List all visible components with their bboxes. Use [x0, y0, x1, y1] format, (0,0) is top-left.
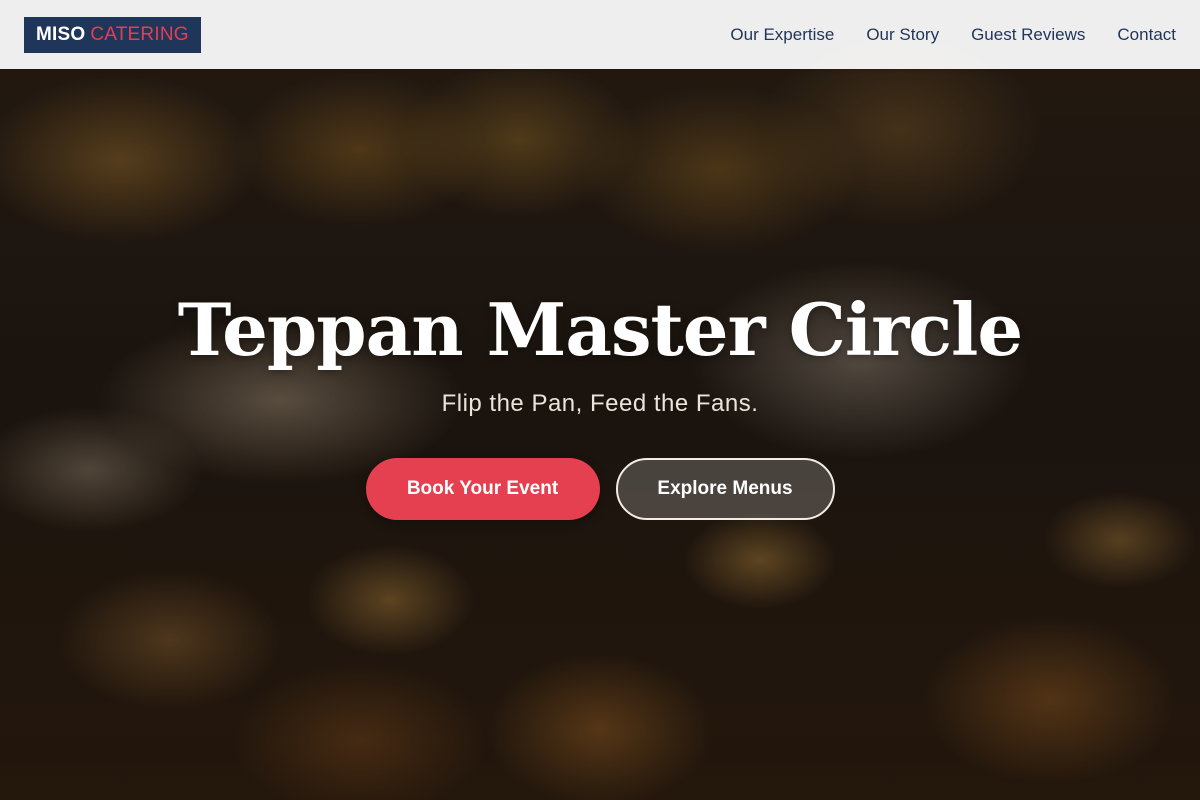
nav-link-our-expertise[interactable]: Our Expertise — [730, 25, 834, 45]
nav-link-guest-reviews[interactable]: Guest Reviews — [971, 25, 1085, 45]
hero-section: Teppan Master Circle Flip the Pan, Feed … — [0, 290, 1200, 520]
nav-link-contact[interactable]: Contact — [1117, 25, 1176, 45]
brand-logo[interactable]: MISO CATERING — [24, 16, 201, 53]
hero-title: Teppan Master Circle — [177, 287, 1023, 372]
top-navbar: MISO CATERING Our Expertise Our Story Gu… — [0, 0, 1200, 69]
cta-button-group: Book Your Event Explore Menus — [0, 458, 1200, 520]
logo-accent-text: CATERING — [90, 23, 189, 45]
nav-link-our-story[interactable]: Our Story — [866, 25, 939, 45]
hero-subtitle: Flip the Pan, Feed the Fans. — [441, 390, 759, 417]
main-navigation: Our Expertise Our Story Guest Reviews Co… — [730, 25, 1176, 45]
logo-primary-text: MISO — [36, 23, 86, 45]
explore-menus-button[interactable]: Explore Menus — [615, 458, 835, 520]
book-event-button[interactable]: Book Your Event — [365, 458, 600, 520]
